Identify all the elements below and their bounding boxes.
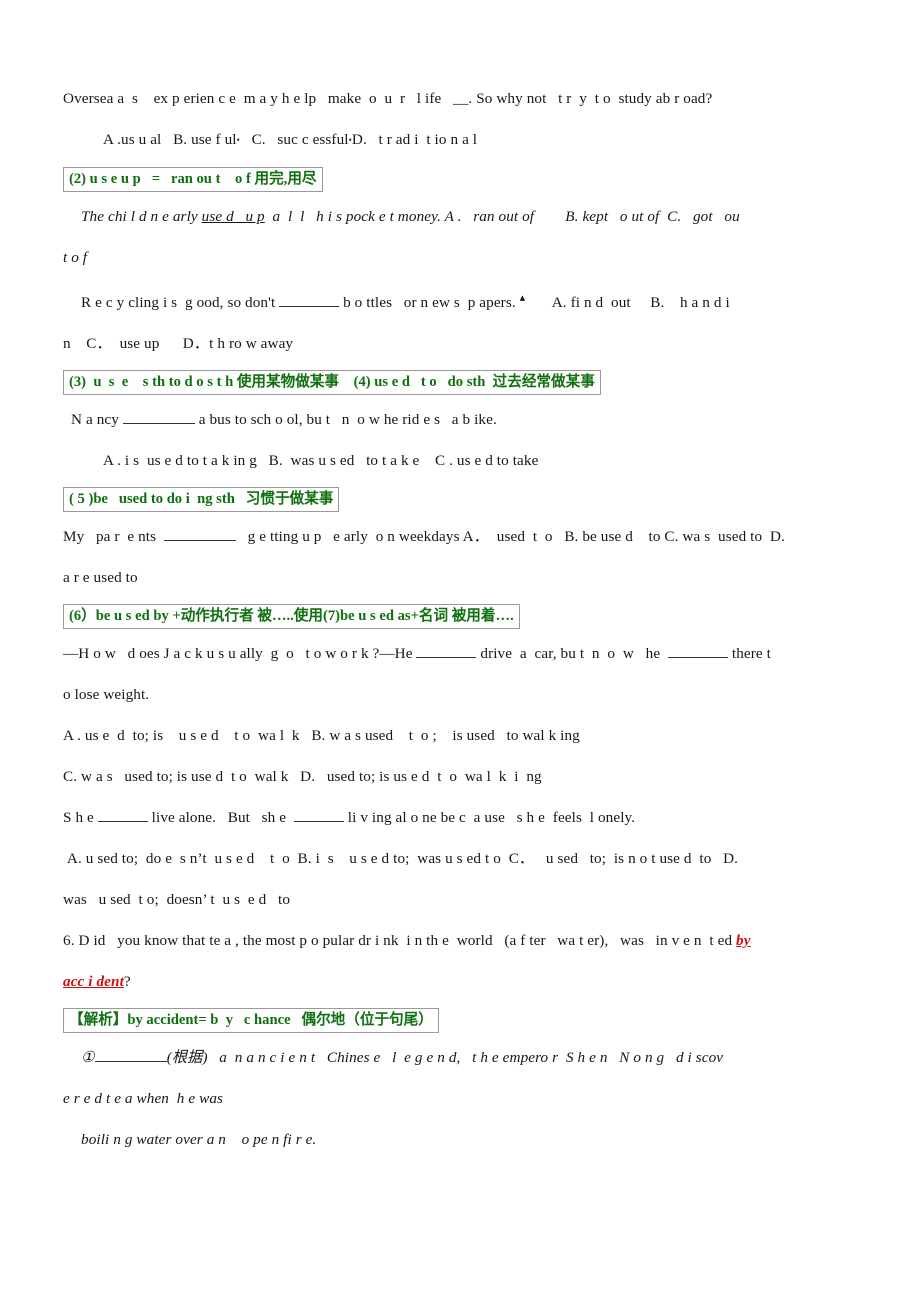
question-7-stem-part-b: live alone. But sh e: [147, 809, 294, 827]
question-8-stem: 6. D id you know that te a , the most p …: [63, 920, 863, 961]
grammar-point-box-2-text: (2) u s e u p = ran ou t o f 用完,用尽: [69, 171, 317, 188]
question-7-options-wrap: was u sed t o; doesn’ t u s e d to: [63, 891, 291, 909]
question-8-stem-tail: ?: [123, 973, 131, 991]
grammar-point-box-2-row: (2) u s e u p = ran ou t o f 用完,用尽: [63, 161, 863, 196]
question-3-options-wrap: n C． use up D．t h ro w away: [63, 335, 294, 353]
question-1-options-part-c: D. t r ad i t io n a l: [351, 131, 478, 148]
question-1-options-part-a: A .us u al B. use f ul: [103, 131, 237, 148]
question-2-stem-part-b: a l l h i s pock e t money. A . ran out …: [264, 208, 740, 226]
question-5-stem-part-a: My pa r e nts: [63, 528, 164, 546]
question-5-stem: My pa r e nts g e tting u p e arly o n w…: [63, 516, 863, 557]
question-9-item-number: ①: [81, 1049, 95, 1067]
question-9-stem-wrap-2: boili n g water over a n o pe n fi r e.: [81, 1131, 317, 1149]
question-6-stem-wrap: o lose weight.: [63, 686, 150, 704]
question-3-answer-blank[interactable]: [279, 306, 340, 308]
question-1-options-part-b: C. suc c essful: [239, 131, 349, 148]
question-3-stem-part-a: R e c y cling i s g ood, so don't: [81, 294, 280, 312]
question-8-stem-wrap: acc i dent?: [63, 961, 863, 1002]
question-9-stem-part-b: (根据) a n a n c i e n t Chines e l e g e …: [166, 1049, 724, 1067]
question-3-options: A. fi n d out B. h a n d i: [525, 294, 730, 312]
analysis-box: 【解析】by accident= b y c hance 偶尔地（位于句尾）: [63, 1008, 439, 1034]
question-5-stem-wrap: a r e used to: [63, 569, 138, 587]
grammar-point-box-5-row: ( 5 )be used to do i ng sth 习惯于做某事: [63, 481, 863, 516]
question-4-stem-part-a: N a ncy: [71, 411, 123, 429]
question-2-stem-wrap: t o f: [63, 249, 88, 267]
question-5-stem-part-b: g e tting u p e arly o n weekdays A． use…: [235, 528, 785, 546]
question-6-answer-blank-2[interactable]: [668, 657, 728, 659]
question-5-answer-blank[interactable]: [163, 540, 236, 542]
question-4-stem-part-b: a bus to sch o ol, bu t n o w he rid e s…: [194, 411, 497, 429]
question-3-stem: R e c y cling i s g ood, so don't b o tt…: [63, 278, 863, 323]
question-9-answer-blank[interactable]: [94, 1061, 167, 1063]
question-6-stem: —H o w d oes J a c k u s u ally g o t o …: [63, 633, 863, 674]
question-9-stem: ① (根据) a n a n c i e n t Chines e l e g e…: [63, 1037, 863, 1078]
grammar-point-box-67: (6）be u s ed by +动作执行者 被…..使用(7)be u s e…: [63, 604, 520, 630]
question-7-stem: S h e live alone. But sh e li v ing al o…: [63, 797, 863, 838]
grammar-point-box-67-text: (6）be u s ed by +动作执行者 被…..使用(7)be u s e…: [69, 608, 514, 625]
question-1-stem: Oversea a s ex p erien c e m a y h e lp …: [63, 90, 713, 107]
question-4-options: A . i s us e d to t a k in g B. was u s …: [103, 452, 539, 470]
question-7-stem-part-c: li v ing al o ne be c a use s h e feels …: [343, 809, 636, 827]
question-3-stem-part-b: b o ttles or n ew s p apers.: [339, 294, 520, 312]
question-6-stem-part-a: —H o w d oes J a c k u s u ally g o t o …: [63, 645, 417, 663]
grammar-point-box-34: (3) u s e s th to d o s t h 使用某物做某事 (4) …: [63, 370, 601, 396]
question-7-answer-blank-1[interactable]: [97, 821, 148, 823]
grammar-point-box-5: ( 5 )be used to do i ng sth 习惯于做某事: [63, 487, 340, 513]
question-9-stem-wrap: e r e d t e a when h e was: [63, 1090, 224, 1108]
document-page: Oversea a s ex p erien c e m a y h e lp …: [0, 0, 920, 1302]
question-6-options-ab: A . us e d to; is u s e d t o wa l k B. …: [63, 727, 580, 745]
question-7-answer-blank-2[interactable]: [293, 821, 344, 823]
question-2-stem: The chi l d n e arly use d u p a l l h i…: [63, 196, 863, 237]
grammar-point-box-5-text: ( 5 )be used to do i ng sth 习惯于做某事: [69, 491, 334, 508]
analysis-box-row: 【解析】by accident= b y c hance 偶尔地（位于句尾）: [63, 1002, 863, 1037]
analysis-box-text: 【解析】by accident= b y c hance 偶尔地（位于句尾）: [69, 1012, 433, 1029]
question-1-options: A .us u al B. use f ul• C. suc c essful•…: [63, 119, 863, 161]
question-6-answer-blank-1[interactable]: [416, 657, 477, 659]
question-8-stem-part-a: 6. D id you know that te a , the most p …: [63, 932, 737, 950]
question-6-stem-part-c: there t: [728, 645, 771, 663]
grammar-point-box-67-row: (6）be u s ed by +动作执行者 被…..使用(7)be u s e…: [63, 598, 863, 633]
question-2-stem-part-a: The chi l d n e arly: [81, 208, 202, 226]
question-8-highlight-accident: acc i dent: [63, 973, 124, 991]
question-4-stem: N a ncy a bus to sch o ol, bu t n o w he…: [63, 399, 863, 440]
grammar-point-box-2: (2) u s e u p = ran ou t o f 用完,用尽: [63, 167, 323, 193]
question-2-answer-underlined: use d u p: [201, 208, 265, 226]
grammar-point-box-34-row: (3) u s e s th to d o s t h 使用某物做某事 (4) …: [63, 364, 863, 399]
question-6-stem-part-b: drive a car, bu t n o w he: [476, 645, 668, 663]
question-8-highlight-by: by: [736, 932, 751, 950]
question-7-options: A. u sed to; do e s n’t u s e d t o B. i…: [63, 850, 739, 868]
grammar-point-box-34-text: (3) u s e s th to d o s t h 使用某物做某事 (4) …: [69, 374, 595, 391]
question-6-options-cd: C. w a s used to; is use d t o wal k D. …: [63, 768, 542, 786]
question-4-answer-blank[interactable]: [122, 423, 195, 425]
question-7-stem-part-a: S h e: [63, 809, 98, 827]
worksheet-content: Oversea a s ex p erien c e m a y h e lp …: [63, 78, 863, 1160]
